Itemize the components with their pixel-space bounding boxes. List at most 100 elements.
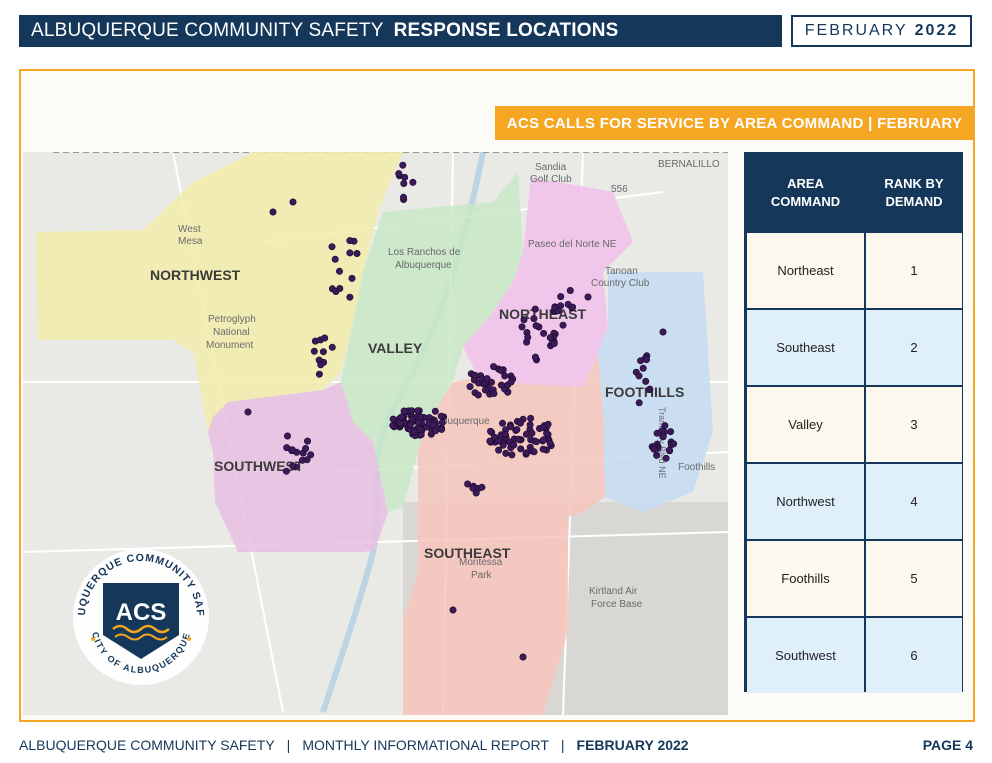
response-point: [408, 407, 416, 415]
response-point: [517, 445, 525, 453]
response-point: [399, 193, 407, 201]
response-point: [414, 407, 422, 415]
report-month: FEBRUARY: [804, 22, 908, 39]
response-point: [653, 451, 661, 459]
response-point: [401, 173, 409, 181]
place-label: Kirtland Air: [589, 586, 638, 597]
response-point: [429, 421, 437, 429]
logo-dot-icon: [187, 637, 191, 641]
place-label: Park: [471, 570, 493, 581]
response-point: [659, 328, 667, 336]
response-point: [540, 436, 548, 444]
response-point: [474, 391, 482, 399]
table-cell-area: Southwest: [747, 618, 864, 693]
response-point: [398, 413, 406, 421]
response-point: [335, 267, 343, 275]
response-point: [539, 445, 547, 453]
response-point: [406, 421, 414, 429]
footer-org: ALBUQUERQUE COMMUNITY SAFETY: [19, 737, 275, 753]
table-cell-rank: 4: [866, 464, 962, 539]
area-label-southeast: SOUTHEAST: [424, 545, 511, 561]
response-point: [642, 356, 650, 364]
response-point: [502, 449, 510, 457]
response-point: [431, 407, 439, 415]
response-point: [400, 407, 408, 415]
response-point: [346, 237, 354, 245]
response-point: [522, 449, 530, 457]
place-label: Albuquerque: [395, 260, 452, 271]
response-point: [464, 480, 472, 488]
place-label: 556: [611, 184, 628, 195]
response-point: [531, 305, 539, 313]
response-point: [495, 437, 503, 445]
response-point: [353, 250, 361, 258]
response-point: [288, 446, 296, 454]
response-point: [659, 432, 667, 440]
table-header-area-command: AREA COMMAND: [747, 155, 864, 231]
response-point: [466, 383, 474, 391]
response-point: [527, 414, 535, 422]
response-point: [414, 418, 422, 426]
place-label: West: [178, 224, 201, 235]
response-point: [667, 428, 675, 436]
response-point: [642, 377, 650, 385]
response-point: [437, 412, 445, 420]
response-point: [508, 451, 516, 459]
response-point: [637, 357, 645, 365]
response-point: [319, 348, 327, 356]
response-point: [532, 322, 540, 330]
response-point: [551, 304, 559, 312]
place-label: Golf Club: [530, 174, 572, 185]
table-cell-area: Northwest: [747, 464, 864, 539]
response-point: [289, 198, 297, 206]
response-point: [409, 178, 417, 186]
response-point: [269, 208, 277, 216]
response-point: [438, 419, 446, 427]
response-point: [244, 408, 252, 416]
response-point: [569, 303, 577, 311]
response-point: [472, 489, 480, 497]
response-point: [478, 483, 486, 491]
response-point: [283, 432, 291, 440]
response-point: [501, 431, 509, 439]
response-point: [331, 255, 339, 263]
header-line: AREA: [787, 176, 824, 191]
section-banner: ACS CALLS FOR SERVICE BY AREA COMMAND | …: [495, 106, 974, 140]
response-point: [486, 427, 494, 435]
response-point: [540, 329, 548, 337]
response-point: [395, 170, 403, 178]
table-cell-area: Southeast: [747, 310, 864, 385]
response-point: [670, 440, 678, 448]
place-label: Country Club: [591, 278, 650, 289]
page-number: PAGE 4: [922, 737, 973, 753]
response-point: [520, 316, 528, 324]
report-month-badge: FEBRUARY 2022: [791, 15, 972, 47]
response-point: [483, 375, 491, 383]
response-point: [532, 438, 540, 446]
map-svg: Sandia Golf Club BERNALILLO 556 West Mes…: [23, 152, 728, 715]
area-label-northwest: NORTHWEST: [150, 267, 241, 283]
response-point: [522, 430, 530, 438]
footer-separator: |: [286, 737, 291, 753]
logo-dot-icon: [91, 637, 95, 641]
place-label: Paseo del Norte NE: [528, 239, 617, 250]
response-point: [317, 361, 325, 369]
table-cell-rank: 1: [866, 233, 962, 308]
response-point: [481, 386, 489, 394]
response-point: [497, 381, 505, 389]
response-point: [497, 367, 505, 375]
rank-table: AREA COMMAND RANK BY DEMAND Northeast 1 So…: [744, 152, 963, 693]
response-point: [566, 287, 574, 295]
table-header-rank: RANK BY DEMAND: [866, 155, 962, 231]
response-point: [646, 385, 654, 393]
place-label: Monument: [206, 340, 253, 351]
footer-date: FEBRUARY 2022: [576, 737, 689, 753]
place-label: Foothills: [678, 462, 715, 473]
response-point: [348, 274, 356, 282]
response-point: [519, 653, 527, 661]
place-label: Tanoan: [605, 266, 638, 277]
response-point: [524, 333, 532, 341]
place-label: Force Base: [591, 599, 643, 610]
response-point: [546, 439, 554, 447]
response-point: [298, 456, 306, 464]
